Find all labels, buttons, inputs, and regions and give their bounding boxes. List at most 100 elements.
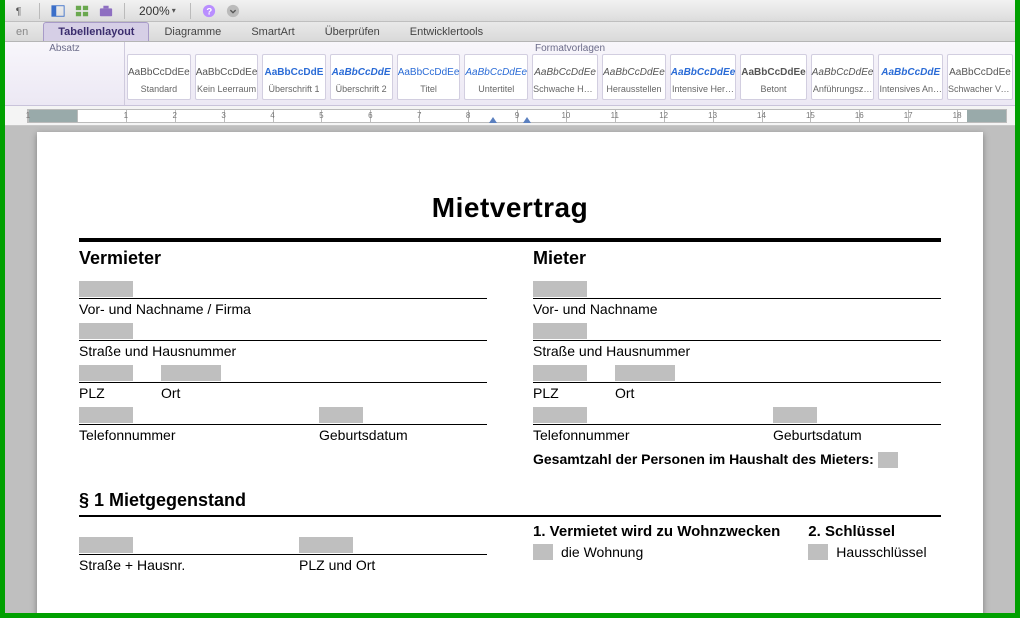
style-sample: AaBbCcDdE: [331, 60, 392, 84]
zoom-dropdown[interactable]: 200%: [135, 4, 180, 18]
col-heading: Vermieter: [79, 248, 487, 269]
ribbon-tabs: en TabellenlayoutDiagrammeSmartArtÜberpr…: [5, 22, 1015, 42]
field-label: Telefonnummer: [79, 427, 176, 443]
group-label: Absatz: [5, 43, 124, 54]
style-sample: AaBbCcDdEe: [671, 60, 735, 84]
ribbon-group-styles: Formatvorlagen AaBbCcDdEeStandardAaBbCcD…: [125, 42, 1015, 105]
placeholder-box: [299, 537, 353, 553]
style-untertitel[interactable]: AaBbCcDdEeUntertitel: [464, 54, 528, 100]
ruler-area: 1123456789101112131415161718: [5, 106, 1015, 126]
style--berschrift-2[interactable]: AaBbCcDdEÜberschrift 2: [330, 54, 393, 100]
tab-partial[interactable]: en: [9, 22, 43, 41]
ruler-tab-stop[interactable]: [523, 117, 531, 123]
style-name: Intensive Her…: [672, 84, 734, 94]
section1-body: Straße + Hausnr.PLZ und Ort 1. Vermietet…: [79, 523, 941, 573]
placeholder-box: [533, 544, 553, 560]
style-name: Anführungsz…: [813, 84, 873, 94]
style-name: Überschrift 2: [336, 84, 387, 94]
style-name: Intensives An…: [879, 84, 942, 94]
section1-subcol: 1. Vermietet wird zu Wohnzweckendie Wohn…: [533, 523, 780, 560]
style-schwacher-ve-[interactable]: AaBbCcDdEeSchwacher Ve…: [947, 54, 1013, 100]
form-line: Telefonnummer Geburtsdatum: [533, 401, 941, 443]
placeholder-box: [79, 407, 133, 423]
style-sample: AaBbCcDdEe: [741, 60, 805, 84]
ruler-tab-stop[interactable]: [489, 117, 497, 123]
form-line: Vor- und Nachname: [533, 275, 941, 317]
placeholder-box: [79, 365, 133, 381]
field-label: Geburtsdatum: [773, 427, 862, 443]
style-name: Betont: [760, 84, 786, 94]
field-label: Telefonnummer: [533, 427, 630, 443]
doc-title: Mietvertrag: [79, 192, 941, 224]
placeholder-box: [79, 323, 133, 339]
sub-line: Hausschlüssel: [808, 544, 941, 560]
field-label: PLZ: [79, 385, 105, 401]
settings-arrow-icon[interactable]: [225, 3, 241, 19]
horizontal-ruler[interactable]: 1123456789101112131415161718: [27, 109, 1007, 123]
sub-line: die Wohnung: [533, 544, 780, 560]
tab-diagramme[interactable]: Diagramme: [149, 22, 236, 41]
field-label: Straße und Hausnummer: [533, 343, 690, 359]
paragraph-marks-icon[interactable]: ¶: [13, 3, 29, 19]
gallery-icon[interactable]: [74, 3, 90, 19]
tab-smartart[interactable]: SmartArt: [236, 22, 309, 41]
style-betont[interactable]: AaBbCcDdEeBetont: [740, 54, 806, 100]
page[interactable]: Mietvertrag Vermieter Vor- und Nachname …: [37, 132, 983, 613]
style-name: Untertitel: [478, 84, 514, 94]
form-line: PLZ Ort: [533, 359, 941, 401]
style-sample: AaBbCcDdEe: [398, 60, 460, 84]
form-line: Straße und Hausnummer: [533, 317, 941, 359]
placeholder-box: [161, 365, 221, 381]
section1-left: Straße + Hausnr.PLZ und Ort: [79, 523, 487, 573]
tab-tabellenlayout[interactable]: Tabellenlayout: [43, 22, 149, 41]
style-titel[interactable]: AaBbCcDdEeTitel: [397, 54, 461, 100]
placeholder-box: [533, 323, 587, 339]
document-canvas: Mietvertrag Vermieter Vor- und Nachname …: [5, 126, 1015, 613]
placeholder-box: [533, 365, 587, 381]
household-note: Gesamtzahl der Personen im Haushalt des …: [533, 451, 941, 468]
style-anf-hrungsz-[interactable]: AaBbCcDdEeAnführungsz…: [811, 54, 875, 100]
help-icon[interactable]: ?: [201, 3, 217, 19]
placeholder-box: [533, 407, 587, 423]
ribbon-group-paragraph: Absatz: [5, 42, 125, 105]
field-label: Ort: [615, 385, 634, 401]
field-label: PLZ: [533, 385, 559, 401]
style--berschrift-1[interactable]: AaBbCcDdEÜberschrift 1: [262, 54, 325, 100]
style-herausstellen[interactable]: AaBbCcDdEeHerausstellen: [602, 54, 666, 100]
quick-access-toolbar: ¶ 200% ?: [5, 0, 1015, 22]
style-name: Schwacher Ve…: [948, 84, 1012, 94]
separator: [124, 3, 125, 19]
style-sample: AaBbCcDdEe: [196, 60, 258, 84]
style-sample: AaBbCcDdE: [263, 60, 324, 84]
tab-entwicklertools[interactable]: Entwicklertools: [395, 22, 498, 41]
style-intensive-her-[interactable]: AaBbCcDdEeIntensive Her…: [670, 54, 736, 100]
style-name: Standard: [141, 84, 178, 94]
style-standard[interactable]: AaBbCcDdEeStandard: [127, 54, 191, 100]
style-sample: AaBbCcDdEe: [948, 60, 1012, 84]
rule: [79, 515, 941, 517]
separator: [190, 3, 191, 19]
word-window: ¶ 200% ? en TabellenlayoutDiagrammeSmart…: [5, 0, 1015, 613]
separator: [39, 3, 40, 19]
form-line: Straße + Hausnr.PLZ und Ort: [79, 523, 487, 573]
style-kein-leerraum[interactable]: AaBbCcDdEeKein Leerraum: [195, 54, 259, 100]
placeholder-box: [79, 537, 133, 553]
style-schwache-her-[interactable]: AaBbCcDdEeSchwache Her…: [532, 54, 598, 100]
style-name: Kein Leerraum: [197, 84, 256, 94]
toolbox-icon[interactable]: [98, 3, 114, 19]
field-label: Vor- und Nachname / Firma: [79, 301, 251, 317]
style-name: Herausstellen: [606, 84, 661, 94]
col-vermieter: Vermieter Vor- und Nachname / Firma Straß…: [79, 248, 487, 468]
form-line: TelefonnummerGeburtsdatum: [79, 401, 487, 443]
form-line: Vor- und Nachname / Firma: [79, 275, 487, 317]
placeholder-box: [878, 452, 898, 468]
field-label: Straße + Hausnr.: [79, 557, 185, 573]
field-label: Straße und Hausnummer: [79, 343, 236, 359]
style-sample: AaBbCcDdE: [879, 60, 942, 84]
rows-left: Vor- und Nachname / Firma Straße und Haus…: [79, 275, 487, 443]
tab-überprüfen[interactable]: Überprüfen: [310, 22, 395, 41]
style-intensives-an-[interactable]: AaBbCcDdEIntensives An…: [878, 54, 943, 100]
sidebar-toggle-icon[interactable]: [50, 3, 66, 19]
group-label: Formatvorlagen: [125, 43, 1015, 54]
form-line: PLZOrt: [79, 359, 487, 401]
